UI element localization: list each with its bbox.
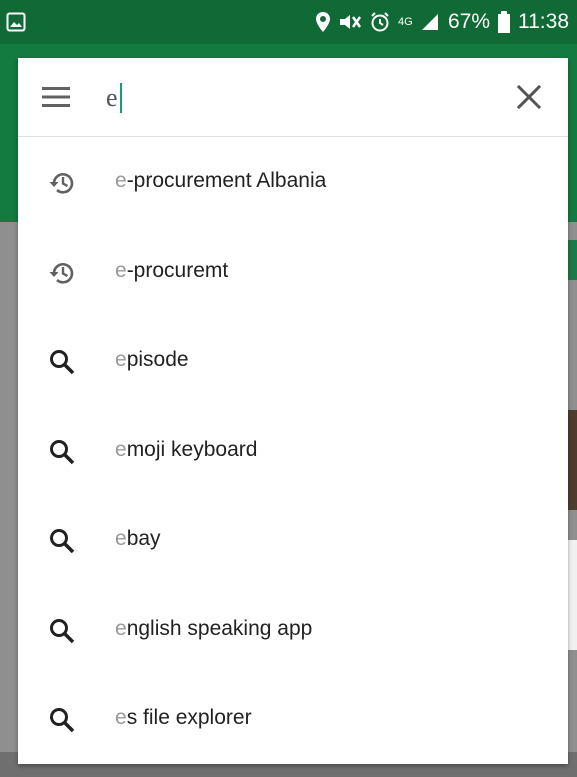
suggestion-item[interactable]: e-procurement Albania	[18, 137, 568, 227]
search-icon	[50, 618, 75, 643]
suggestion-prefix: e	[115, 258, 127, 282]
gallery-notification-icon	[6, 12, 26, 32]
search-icon	[50, 439, 75, 464]
suggestion-completion: nglish speaking app	[126, 616, 313, 640]
suggestion-text: english speaking app	[115, 617, 312, 641]
hamburger-menu-icon[interactable]	[40, 82, 72, 112]
signal-icon	[421, 14, 438, 30]
suggestion-item[interactable]: episode	[18, 316, 568, 406]
suggestion-completion: -procuremt	[126, 258, 229, 282]
battery-icon	[498, 11, 510, 33]
suggestion-completion: moji keyboard	[126, 437, 258, 461]
search-bar: e	[18, 58, 568, 137]
suggestion-item[interactable]: es file explorer	[18, 674, 568, 764]
suggestion-completion: s file explorer	[126, 706, 252, 729]
mute-icon	[339, 15, 361, 29]
battery-percent: 67%	[447, 10, 490, 33]
suggestion-item[interactable]: e-procuremt	[18, 227, 568, 317]
alarm-icon	[371, 12, 389, 32]
search-query: e	[106, 83, 118, 112]
search-icon	[50, 350, 75, 375]
history-icon	[49, 262, 74, 284]
suggestion-text: emoji keyboard	[115, 438, 257, 462]
suggestion-completion: bay	[126, 527, 161, 550]
search-input[interactable]: e	[106, 78, 486, 118]
suggestion-completion: pisode	[126, 348, 189, 371]
network-type: 4G	[397, 15, 413, 28]
suggestion-text: e-procurement Albania	[115, 169, 326, 193]
status-bar: 4G 67% 11:38	[0, 0, 577, 44]
suggestion-prefix: e	[115, 616, 127, 640]
suggestion-prefix: e	[115, 527, 127, 550]
suggestion-item[interactable]: english speaking app	[18, 585, 568, 675]
search-suggestions-card: e e-procurement Albania e-procuremt epis…	[18, 58, 568, 764]
text-caret	[119, 83, 122, 113]
close-icon[interactable]	[512, 80, 546, 114]
suggestion-prefix: e	[115, 169, 127, 192]
suggestion-text: es file explorer	[115, 706, 252, 730]
suggestion-text: ebay	[115, 527, 161, 551]
search-icon	[50, 529, 75, 554]
suggestion-prefix: e	[115, 348, 127, 371]
search-icon	[50, 708, 75, 733]
suggestion-list: e-procurement Albania e-procuremt episod…	[18, 137, 568, 764]
suggestion-item[interactable]: ebay	[18, 495, 568, 585]
suggestion-item[interactable]: emoji keyboard	[18, 406, 568, 496]
clock: 11:38	[518, 10, 569, 33]
location-icon	[315, 12, 330, 32]
history-icon	[49, 173, 74, 194]
suggestion-prefix: e	[115, 706, 127, 729]
suggestion-completion: -procurement Albania	[126, 169, 327, 192]
suggestion-prefix: e	[115, 437, 127, 461]
suggestion-text: e-procuremt	[115, 259, 228, 283]
suggestion-text: episode	[115, 348, 189, 372]
